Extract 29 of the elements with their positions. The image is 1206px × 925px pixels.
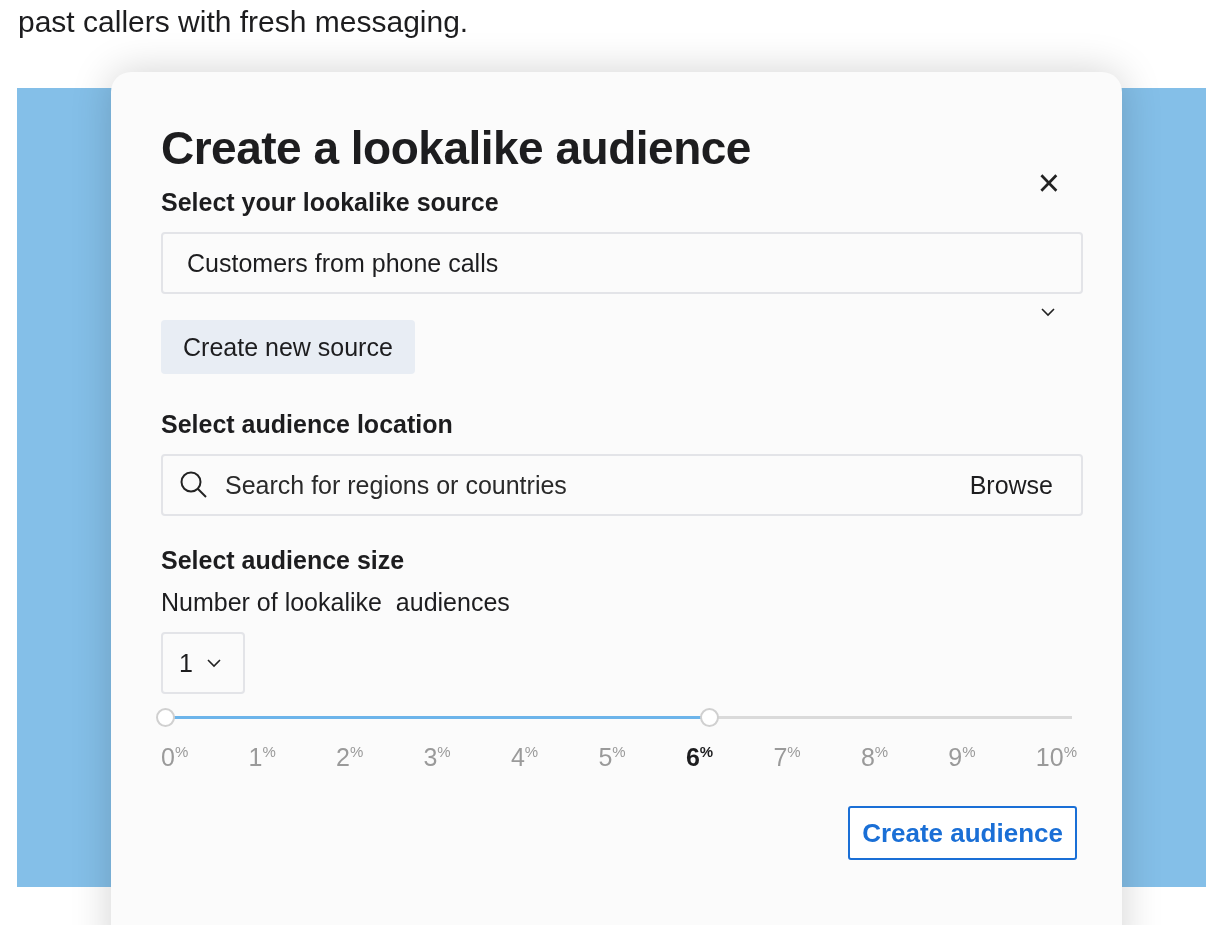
- tick-label: 8$^{%}$: [860, 743, 889, 773]
- tick-label: 7$^{%}$: [773, 743, 801, 773]
- tick-label: 5$^{%}$: [598, 743, 626, 773]
- count-select[interactable]: 1: [161, 632, 245, 694]
- dialog-title: Create a lookalike audience: [161, 121, 752, 176]
- field-label: Select your lookalike source: [161, 187, 500, 218]
- create-source-button[interactable]: Create new source: [161, 320, 415, 374]
- slider-handle[interactable]: [156, 708, 175, 727]
- close-button[interactable]: ×: [1033, 168, 1064, 198]
- tick-label: 4$^{%}$: [510, 743, 539, 773]
- count-label: Number of lookalike audiences: [161, 587, 511, 618]
- slider-handle[interactable]: [700, 708, 720, 727]
- create-audience-button[interactable]: Create audience: [848, 806, 1077, 861]
- tick-label: 2$^{%}$: [335, 743, 364, 773]
- tick-label: 3$^{%}$: [423, 743, 451, 773]
- tick-label: 9$^{%}$: [948, 743, 976, 773]
- search-field[interactable]: Search for regions or countries Browse: [161, 454, 1083, 516]
- field-label: Select audience size: [161, 545, 406, 576]
- source-field[interactable]: Customers from phone calls: [161, 232, 1083, 294]
- page-text: past callers with fresh messaging.: [18, 4, 469, 40]
- tick-label: 6$^{%}$: [685, 743, 714, 773]
- tick-label: 1$^{%}$: [248, 743, 276, 773]
- browse-button[interactable]: Browse: [969, 470, 1053, 500]
- field-label: Select audience location: [161, 409, 454, 440]
- tick-label: 10$^{%}$: [1035, 743, 1077, 773]
- tick-label: 0$^{%}$: [161, 743, 189, 773]
- chevron-down-icon: [1041, 308, 1055, 317]
- chevron-down-icon: [206, 658, 221, 668]
- search-icon: [179, 470, 209, 500]
